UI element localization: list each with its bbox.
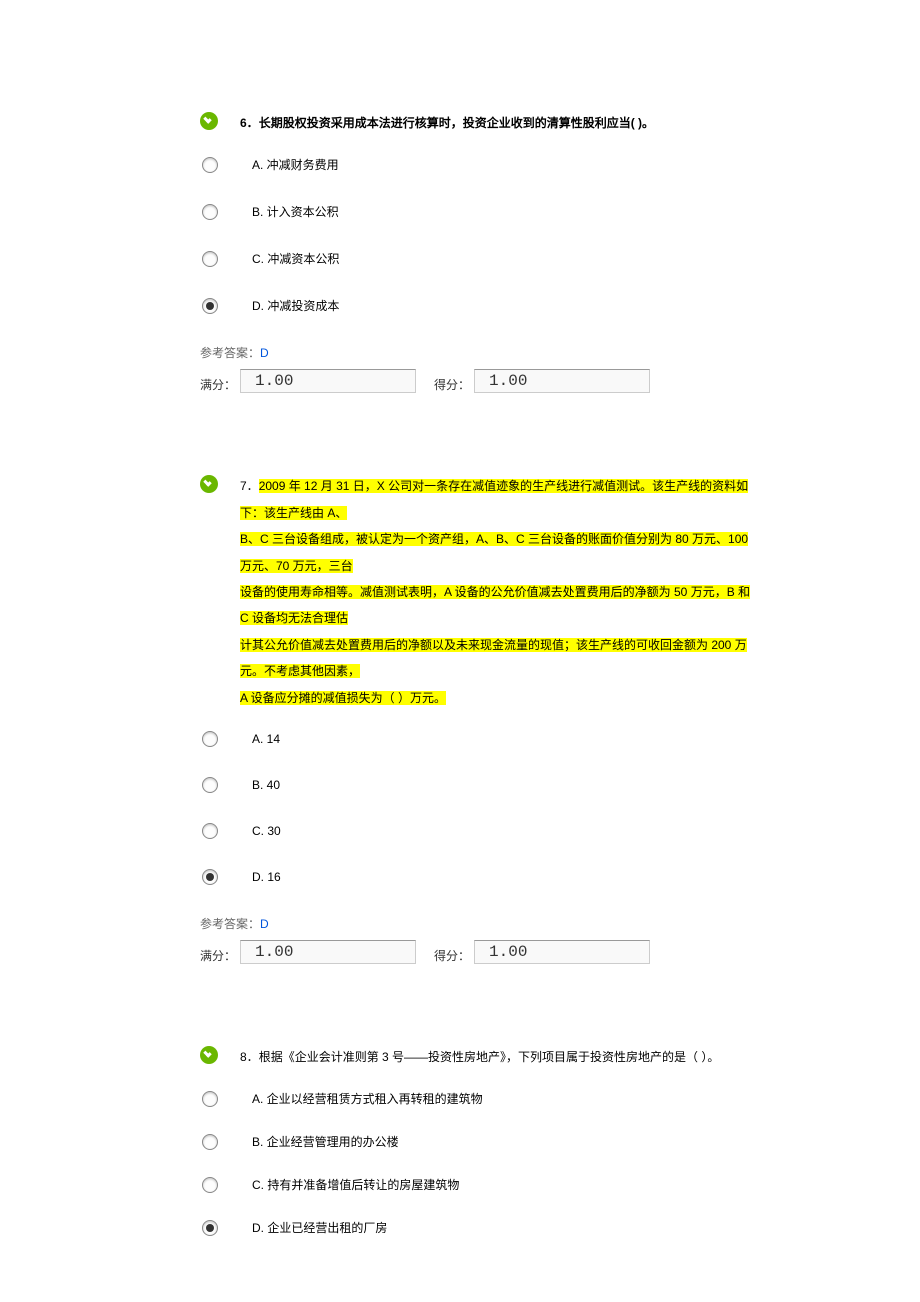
question-number: 7． — [240, 479, 259, 493]
radio-icon[interactable] — [202, 1177, 218, 1193]
option-label: D. 冲减投资成本 — [252, 297, 339, 314]
option-c[interactable]: C. 持有并准备增值后转让的房屋建筑物 — [202, 1176, 760, 1193]
option-list: A. 14 B. 40 C. 30 D. 16 — [200, 731, 760, 885]
answer-prefix: 参考答案： — [200, 917, 260, 931]
option-label: A. 冲减财务费用 — [252, 156, 339, 173]
radio-icon[interactable] — [202, 157, 218, 173]
radio-icon[interactable] — [202, 204, 218, 220]
full-score-label: 满分： — [200, 376, 236, 393]
full-score-value: 1.00 — [240, 369, 416, 393]
radio-icon[interactable] — [202, 1091, 218, 1107]
option-label: C. 持有并准备增值后转让的房屋建筑物 — [252, 1176, 459, 1193]
correct-check-icon — [200, 112, 218, 130]
got-score-label: 得分： — [434, 947, 470, 964]
option-a[interactable]: A. 冲减财务费用 — [202, 156, 760, 173]
question-8: 8．根据《企业会计准则第 3 号——投资性房地产》，下列项目属于投资性房地产的是… — [200, 1044, 760, 1236]
option-label: A. 14 — [252, 732, 280, 746]
option-c[interactable]: C. 30 — [202, 823, 760, 839]
radio-icon[interactable] — [202, 1134, 218, 1150]
score-row: 满分： 1.00 得分： 1.00 — [200, 940, 760, 964]
full-score-value: 1.00 — [240, 940, 416, 964]
answer-value: D — [260, 346, 269, 360]
option-label: A. 企业以经营租赁方式租入再转租的建筑物 — [252, 1090, 483, 1107]
option-a[interactable]: A. 14 — [202, 731, 760, 747]
radio-icon[interactable] — [202, 1220, 218, 1236]
correct-check-icon — [200, 1046, 218, 1064]
question-number: 8． — [240, 1050, 259, 1064]
radio-icon[interactable] — [202, 731, 218, 747]
question-number: 6． — [240, 116, 259, 130]
option-label: D. 16 — [252, 870, 281, 884]
option-c[interactable]: C. 冲减资本公积 — [202, 250, 760, 267]
radio-icon[interactable] — [202, 869, 218, 885]
option-b[interactable]: B. 企业经营管理用的办公楼 — [202, 1133, 760, 1150]
option-d[interactable]: D. 企业已经营出租的厂房 — [202, 1219, 760, 1236]
question-stem: 8．根据《企业会计准则第 3 号——投资性房地产》，下列项目属于投资性房地产的是… — [240, 1044, 719, 1070]
question-6: 6．长期股权投资采用成本法进行核算时，投资企业收到的清算性股利应当( )。 A.… — [200, 110, 760, 393]
option-label: C. 30 — [252, 824, 281, 838]
score-row: 满分： 1.00 得分： 1.00 — [200, 369, 760, 393]
correct-check-icon — [200, 475, 218, 493]
answer-prefix: 参考答案： — [200, 346, 260, 360]
answer-line: 参考答案：D — [200, 344, 760, 361]
option-list: A. 冲减财务费用 B. 计入资本公积 C. 冲减资本公积 D. 冲减投资成本 — [200, 156, 760, 314]
got-score-value: 1.00 — [474, 940, 650, 964]
got-score-value: 1.00 — [474, 369, 650, 393]
answer-value: D — [260, 917, 269, 931]
radio-icon[interactable] — [202, 823, 218, 839]
option-b[interactable]: B. 计入资本公积 — [202, 203, 760, 220]
question-stem: 6．长期股权投资采用成本法进行核算时，投资企业收到的清算性股利应当( )。 — [240, 110, 654, 136]
option-b[interactable]: B. 40 — [202, 777, 760, 793]
radio-icon[interactable] — [202, 298, 218, 314]
radio-icon[interactable] — [202, 777, 218, 793]
full-score-label: 满分： — [200, 947, 236, 964]
option-d[interactable]: D. 冲减投资成本 — [202, 297, 760, 314]
answer-line: 参考答案：D — [200, 915, 760, 932]
option-label: B. 40 — [252, 778, 280, 792]
option-label: B. 计入资本公积 — [252, 203, 339, 220]
option-d[interactable]: D. 16 — [202, 869, 760, 885]
question-7: 7．2009 年 12 月 31 日，X 公司对一条存在减值迹象的生产线进行减值… — [200, 473, 760, 964]
option-a[interactable]: A. 企业以经营租赁方式租入再转租的建筑物 — [202, 1090, 760, 1107]
option-label: B. 企业经营管理用的办公楼 — [252, 1133, 399, 1150]
option-label: D. 企业已经营出租的厂房 — [252, 1219, 387, 1236]
radio-icon[interactable] — [202, 251, 218, 267]
question-stem: 7．2009 年 12 月 31 日，X 公司对一条存在减值迹象的生产线进行减值… — [240, 473, 760, 711]
got-score-label: 得分： — [434, 376, 470, 393]
option-label: C. 冲减资本公积 — [252, 250, 339, 267]
option-list: A. 企业以经营租赁方式租入再转租的建筑物 B. 企业经营管理用的办公楼 C. … — [200, 1090, 760, 1236]
